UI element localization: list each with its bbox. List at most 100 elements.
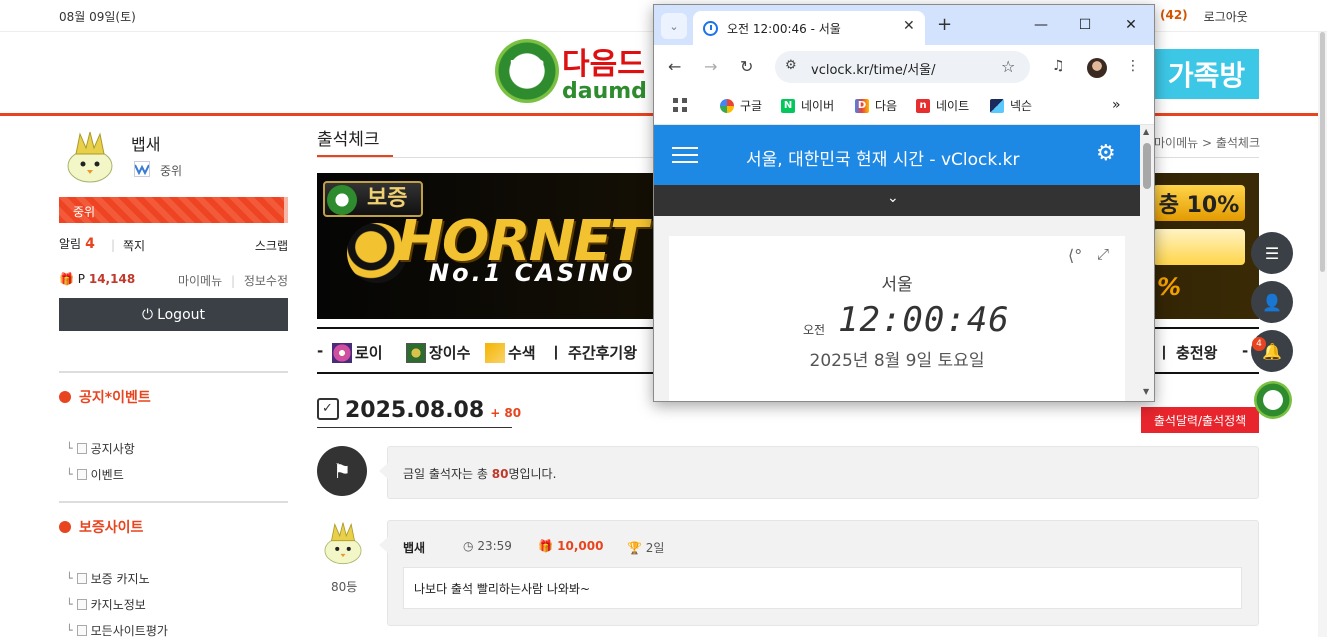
gear-icon[interactable]: ⚙ <box>1096 141 1116 166</box>
tab-close-icon[interactable]: ✕ <box>903 18 915 34</box>
point-label: P <box>77 272 86 286</box>
clock-card: ⟨° ⤢ 서울 오전 12:00:46 2025년 8월 9일 토요일 <box>669 236 1125 401</box>
apps-grid-icon[interactable] <box>673 98 687 112</box>
menu-item-weekly-review[interactable]: ㅣ 주간후기왕 <box>549 342 637 363</box>
scroll-down-icon[interactable]: ▼ <box>1143 387 1149 396</box>
notification-badge: 4 <box>1252 337 1266 351</box>
section-title-notice[interactable]: 공지*이벤트 <box>59 387 151 407</box>
hamburger-menu-icon[interactable] <box>672 147 698 163</box>
post-avatar <box>324 522 362 565</box>
sidebar-item-casino-info[interactable]: └ 카지노정보 <box>66 596 146 613</box>
sidebar-item-site-review[interactable]: └ 모든사이트평가 <box>66 622 168 637</box>
page-scrollbar[interactable] <box>1318 32 1327 637</box>
sidebar-item-event[interactable]: └ 이벤트 <box>66 466 124 483</box>
maximize-button[interactable]: ☐ <box>1070 13 1100 37</box>
forward-button[interactable]: → <box>704 57 717 76</box>
page-scrollbar-thumb[interactable] <box>1320 32 1325 272</box>
bullet-icon <box>59 391 71 403</box>
user-shortcuts: 알림 4 | 쪽지 스크랩 <box>59 235 288 255</box>
casino-badge-icon <box>327 185 357 215</box>
chevron-badge-icon <box>485 342 505 363</box>
post-rank: 80등 <box>331 580 358 594</box>
share-icon[interactable]: ⟨° <box>1068 246 1082 265</box>
vclock-header: 서울, 대한민국 현재 시간 - vClock.kr ⚙ <box>654 125 1140 185</box>
scrap-link[interactable]: 스크랩 <box>255 237 288 254</box>
edit-info-link[interactable]: 정보수정 <box>244 274 288 288</box>
post-days: 🏆 2일 <box>627 541 665 555</box>
bookmark-google[interactable]: 구글 <box>720 97 762 114</box>
chevron-down-icon: ⌄ <box>887 190 899 206</box>
post-points: 🎁 10,000 <box>538 539 604 553</box>
nexon-icon <box>990 98 1004 113</box>
casino-logo-fab[interactable] <box>1254 381 1292 419</box>
menu-item-charge-king[interactable]: ㅣ 충전왕 <box>1157 342 1217 363</box>
menu-dash: - <box>1242 342 1249 360</box>
date-underline <box>317 427 512 428</box>
message-link[interactable]: 쪽지 <box>123 237 145 254</box>
browser-tab[interactable]: 오전 12:00:46 - 서울 ✕ <box>693 11 925 45</box>
top-logout-link[interactable]: 로그아웃 <box>1204 8 1248 25</box>
reload-button[interactable]: ↻ <box>740 57 753 76</box>
attendance-date: 2025.08.08 <box>345 398 485 423</box>
post-author[interactable]: 뱁새 <box>403 539 425 556</box>
user-icon: 👤 <box>1262 292 1282 312</box>
top-count[interactable]: (42) <box>1160 8 1188 25</box>
family-room-button[interactable]: 가족방 <box>1154 49 1259 99</box>
bookmarks-overflow-icon[interactable]: » <box>1112 97 1121 113</box>
back-button[interactable]: ← <box>668 57 681 76</box>
flag-icon: ⚑ <box>317 446 367 496</box>
address-bar[interactable]: ⚙ vclock.kr/time/서울/ ☆ <box>775 51 1030 83</box>
bookmark-nate[interactable]: n 네이트 <box>916 97 969 114</box>
logo-title: 다음드 <box>562 47 645 82</box>
content-scrollbar[interactable]: ▲ ▼ <box>1140 125 1154 401</box>
menu-item-roi[interactable]: 로이 <box>332 342 383 363</box>
clock-icon: ◷ <box>463 539 474 553</box>
breadcrumb[interactable]: 마이메뉴 > 출석체크 <box>1154 134 1260 151</box>
banner-promo: 충 10% <box>1153 185 1245 221</box>
vclock-content: ⟨° ⤢ 서울 오전 12:00:46 2025년 8월 9일 토요일 <box>654 216 1140 401</box>
fullscreen-icon[interactable]: ⤢ <box>1097 245 1109 263</box>
bookmark-star-icon[interactable]: ☆ <box>1001 57 1015 76</box>
new-tab-button[interactable]: + <box>937 14 952 35</box>
alarm-link[interactable]: 알림 4 <box>59 236 95 252</box>
section-divider <box>59 371 288 373</box>
profile-avatar[interactable] <box>1087 58 1107 78</box>
post-time: ◷ 23:59 <box>463 539 512 553</box>
attendance-policy-button[interactable]: 출석달력/출석정책 <box>1141 407 1259 433</box>
logout-button[interactable]: ⏻ Logout <box>59 298 288 331</box>
clock-favicon-icon <box>703 21 718 36</box>
close-window-button[interactable]: ✕ <box>1116 13 1146 37</box>
sidebar-item-guarantee-casino[interactable]: └ 보증 카지노 <box>66 570 150 587</box>
flower-icon <box>332 342 352 363</box>
minimize-button[interactable]: — <box>1026 13 1056 37</box>
media-control-icon[interactable]: ♫ <box>1052 58 1065 74</box>
attendance-notice: 금일 출석자는 총 80명입니다. <box>403 467 557 481</box>
tab-search-button[interactable]: ⌄ <box>661 13 687 39</box>
mymenu-link[interactable]: 마이메뉴 <box>178 274 222 288</box>
scrollbar-thumb[interactable] <box>1143 143 1151 189</box>
banner-promo-button <box>1153 229 1245 265</box>
more-menu-icon[interactable]: ⋮ <box>1126 58 1140 74</box>
bookmark-naver[interactable]: N 네이버 <box>781 97 834 114</box>
casino-badge-icon: DAUMD CASINO <box>495 39 559 103</box>
scroll-up-icon[interactable]: ▲ <box>1143 127 1149 136</box>
site-logo[interactable]: DAUMD CASINO 다음드 daumd <box>495 39 655 109</box>
divider: | <box>111 238 116 252</box>
section-title-guarantee[interactable]: 보증사이트 <box>59 517 143 537</box>
bookmark-nexon[interactable]: 넥슨 <box>990 97 1032 114</box>
clock-ampm: 오전 <box>803 323 826 337</box>
tab-strip: ⌄ 오전 12:00:46 - 서울 ✕ + — ☐ ✕ <box>654 5 1154 45</box>
sidebar-item-notice[interactable]: └ 공지사항 <box>66 440 135 457</box>
vclock-expand-bar[interactable]: ⌄ <box>654 185 1140 216</box>
clock-time: 12:00:46 <box>838 300 1010 340</box>
menu-fab[interactable]: ☰ <box>1251 232 1293 274</box>
menu-item-jangisu[interactable]: 장이수 <box>406 342 470 363</box>
menu-item-search[interactable]: 수색 <box>485 342 536 363</box>
rank-progress-end <box>284 197 288 223</box>
url-text: vclock.kr/time/서울/ <box>811 63 936 78</box>
site-settings-icon[interactable]: ⚙ <box>785 58 797 73</box>
bookmark-daum[interactable]: D 다음 <box>855 97 897 114</box>
emblem-icon <box>406 342 426 363</box>
logo-subtitle: daumd <box>562 79 647 104</box>
profile-fab[interactable]: 👤 <box>1251 281 1293 323</box>
